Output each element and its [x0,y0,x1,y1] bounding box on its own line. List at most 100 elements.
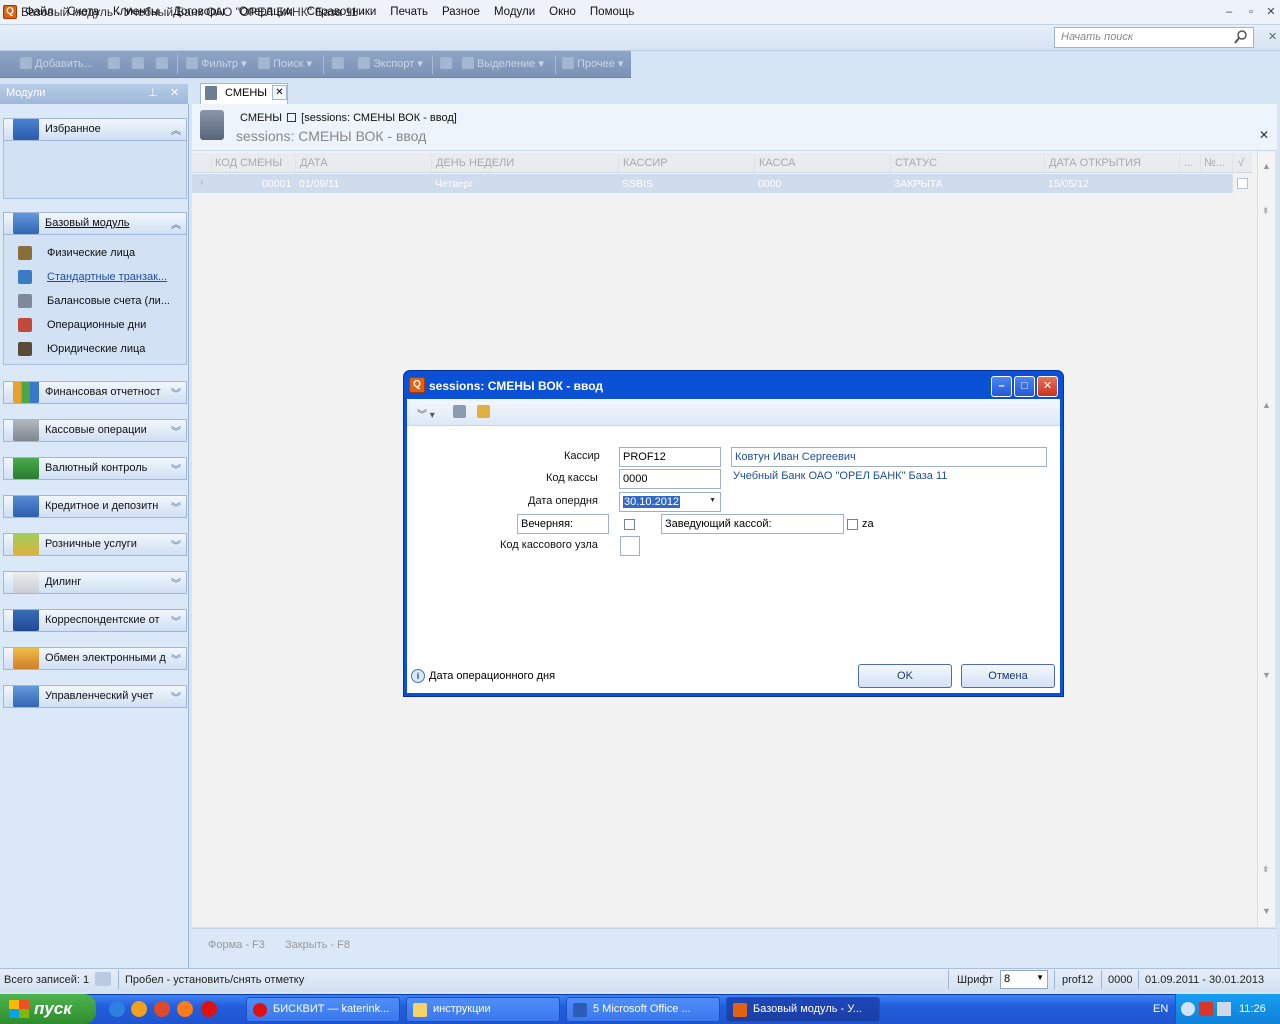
filter-button[interactable]: Фильтр ▾ [186,57,247,70]
cashier-code-input[interactable]: PROF12 [619,447,721,467]
column-header-more[interactable]: ... [1184,157,1193,169]
menu-modules[interactable]: Модули [487,6,542,18]
view-button[interactable] [132,57,147,70]
close-hotkey[interactable]: Закрыть - F8 [285,939,350,951]
task-biskvit[interactable]: БИСКВИТ — katerink... [246,997,400,1022]
expand-icon[interactable]: ︾ [171,499,181,514]
delete-button[interactable] [156,57,171,70]
group-dealing[interactable]: Дилинг ︾ [3,571,187,594]
menu-help[interactable]: Помощь [583,6,641,18]
column-header-weekday[interactable]: ДЕНЬ НЕДЕЛИ [436,157,514,169]
column-header-number[interactable]: №... [1204,157,1225,169]
find-button[interactable]: Поиск ▾ [258,57,312,70]
nav-balance-accounts[interactable]: Балансовые счета (ли... [47,295,170,307]
font-size-select[interactable]: 8 ▼ [1000,970,1048,989]
dialog-menu-chevron-icon[interactable]: ︾ ▾ [417,406,435,421]
menu-print[interactable]: Печать [383,6,435,18]
evening-checkbox[interactable] [624,519,635,530]
antivirus-icon[interactable] [1199,1002,1213,1016]
dialog-close-icon[interactable]: ✕ [1037,376,1058,397]
print-icon[interactable] [453,405,466,418]
column-header-date[interactable]: ДАТА [300,157,328,169]
vertical-scrollbar[interactable] [1257,151,1275,927]
expand-icon[interactable]: ︾ [171,537,181,552]
column-header-open-date[interactable]: ДАТА ОТКРЫТИЯ [1049,157,1141,169]
scroll-page-down-icon[interactable]: ⇟ [1262,864,1270,875]
menu-accounts[interactable]: Счета [60,6,106,18]
scroll-top-icon[interactable]: ▲ [1262,161,1271,171]
expand-icon[interactable]: ︾ [171,423,181,438]
column-header-cash[interactable]: КАССА [759,157,796,169]
media-player-icon[interactable] [131,1001,147,1017]
collapse-icon[interactable]: ︽ [171,216,181,231]
scroll-page-up-icon[interactable]: ⇞ [1262,206,1270,217]
print-button[interactable] [332,57,347,70]
pin-icon[interactable]: ⊥ [148,86,158,99]
search-input[interactable]: Начать поиск [1054,27,1254,48]
chrome-icon[interactable] [154,1001,170,1017]
nav-standard-transactions[interactable]: Стандартные транзак... [47,271,167,283]
dialog-minimize-icon[interactable]: – [991,376,1012,397]
group-financial-reporting[interactable]: Финансовая отчетност ︾ [3,381,187,404]
firefox-icon[interactable] [177,1001,193,1017]
cash-node-input[interactable] [620,536,640,556]
expand-icon[interactable]: ︾ [171,651,181,666]
cash-code-input[interactable]: 0000 [619,469,721,489]
dialog-maximize-icon[interactable]: □ [1014,376,1035,397]
add-button[interactable]: Добавить... [20,57,93,70]
group-favorites[interactable]: Избранное ︽ [3,118,187,141]
expand-icon[interactable]: ︾ [171,575,181,590]
tab-close-icon[interactable]: ✕ [272,85,287,100]
operday-date-input[interactable]: 30.10.2012 ▼ [619,492,721,512]
group-credit-deposit[interactable]: Кредитное и депозитн ︾ [3,495,187,518]
cancel-button[interactable]: Отмена [961,664,1055,688]
export-button[interactable]: Экспорт ▾ [358,57,423,70]
other-button[interactable]: Прочее ▾ [562,57,623,70]
search-icon[interactable] [1233,29,1249,45]
menu-references[interactable]: Справочники [300,6,384,18]
tray-expand-icon[interactable] [1181,1002,1195,1016]
menu-file[interactable]: Файл [18,6,60,18]
scroll-up-icon[interactable]: ▲ [1262,400,1271,410]
expand-icon[interactable]: ︾ [171,385,181,400]
menu-close-icon[interactable]: ✕ [1268,30,1277,43]
group-electronic-exchange[interactable]: Обмен электронными д ︾ [3,647,187,670]
network-icon[interactable] [1217,1002,1231,1016]
ok-button[interactable]: OK [858,664,952,688]
edit-button[interactable] [108,57,123,70]
menu-misc[interactable]: Разное [435,6,487,18]
chevron-down-icon[interactable]: ▼ [709,497,716,504]
column-header-cashier[interactable]: КАССИР [623,157,668,169]
scroll-down-icon[interactable]: ▼ [1262,670,1271,680]
scroll-bottom-icon[interactable]: ▼ [1262,906,1271,916]
column-header-check[interactable]: √ [1238,157,1244,169]
expand-icon[interactable]: ︾ [171,461,181,476]
manager-checkbox[interactable] [847,519,858,530]
maximize-icon[interactable]: ▫ [1244,5,1258,19]
nav-individuals[interactable]: Физические лица [47,247,135,259]
close-icon[interactable]: ✕ [1264,5,1278,19]
task-instructions[interactable]: инструкции [406,997,560,1022]
group-correspondent[interactable]: Корреспондентские от ︾ [3,609,187,632]
refresh-button[interactable] [440,57,455,70]
document-close-icon[interactable]: ✕ [1259,128,1269,142]
language-indicator[interactable]: EN [1153,1003,1168,1015]
minimize-icon[interactable]: – [1222,5,1236,19]
group-currency-control[interactable]: Валютный контроль ︾ [3,457,187,480]
menu-clients[interactable]: Клиенты [106,6,166,18]
column-header-status[interactable]: СТАТУС [895,157,937,169]
collapse-icon[interactable]: ︽ [171,122,181,137]
menu-window[interactable]: Окно [542,6,583,18]
edit-document-icon[interactable] [477,405,490,418]
opera-icon[interactable] [201,1001,217,1017]
group-base-module[interactable]: Базовый модуль ︽ [3,212,187,235]
form-hotkey[interactable]: Форма - F3 [208,939,265,951]
task-base-module[interactable]: Базовый модуль - У... [726,997,880,1022]
ie-icon[interactable] [109,1001,125,1017]
expand-icon[interactable]: ︾ [171,613,181,628]
select-button[interactable]: Выделение ▾ [462,57,544,70]
menu-contracts[interactable]: Договоры [166,6,232,18]
panel-close-icon[interactable]: ✕ [170,86,179,99]
group-retail-services[interactable]: Розничные услуги ︾ [3,533,187,556]
group-cash-operations[interactable]: Кассовые операции ︾ [3,419,187,442]
